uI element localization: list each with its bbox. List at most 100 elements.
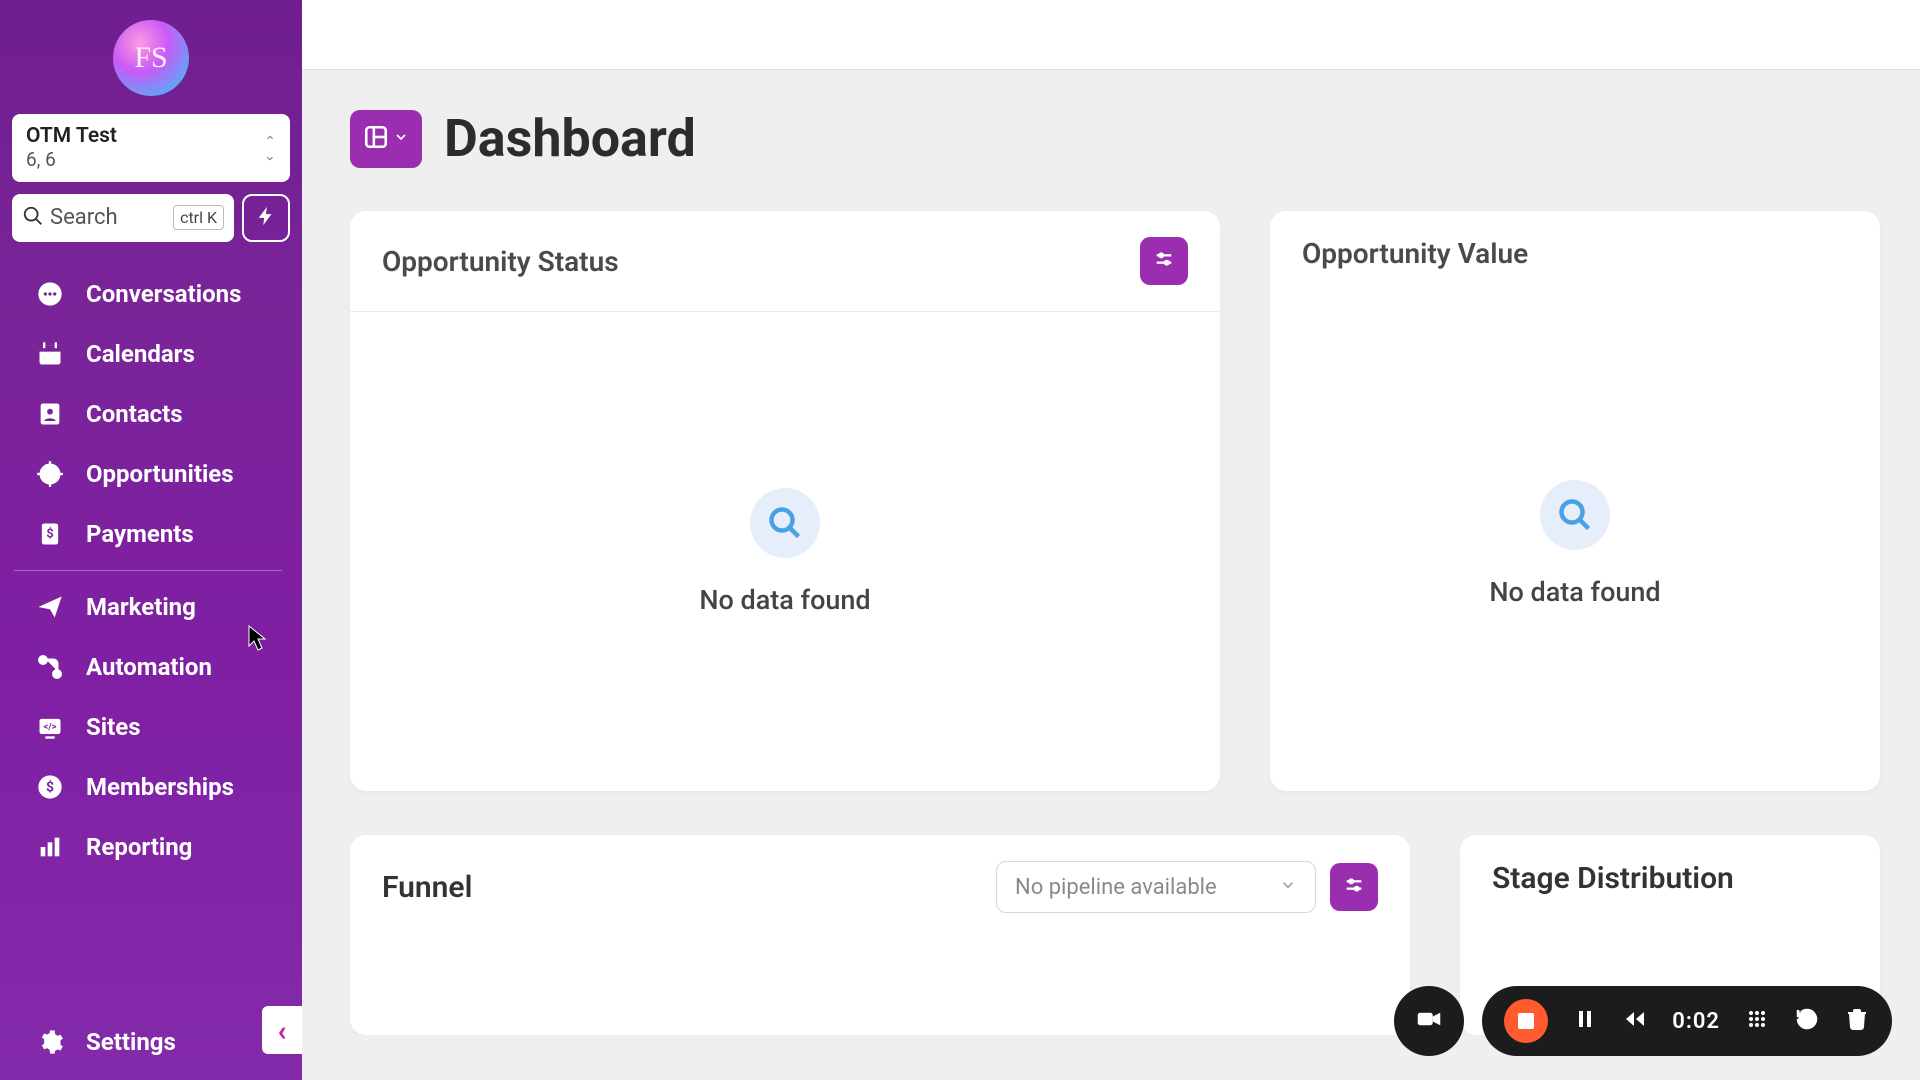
recorder-rewind-button[interactable] — [1622, 1008, 1648, 1034]
calendar-icon — [34, 338, 66, 370]
layout-grid-icon — [363, 124, 389, 154]
stop-icon — [1518, 1013, 1534, 1029]
recorder-delete-button[interactable] — [1844, 1008, 1870, 1034]
content: Dashboard Opportunity Status No data — [302, 70, 1920, 1035]
svg-text:$: $ — [46, 779, 54, 796]
sidebar-item-sites[interactable]: </> Sites — [0, 697, 302, 757]
card-settings-button[interactable] — [1140, 237, 1188, 285]
empty-search-icon — [1540, 480, 1610, 550]
settings-label: Settings — [86, 1028, 176, 1056]
sidebar-item-label: Payments — [86, 520, 194, 548]
sidebar-item-marketing[interactable]: Marketing — [0, 577, 302, 637]
account-picker-text: OTM Test 6, 6 — [26, 124, 117, 172]
trash-icon — [1845, 1007, 1869, 1035]
chevron-down-icon — [1279, 875, 1297, 900]
recorder-restart-button[interactable] — [1794, 1008, 1820, 1034]
sidebar-item-opportunities[interactable]: Opportunities — [0, 444, 302, 504]
site-code-icon: </> — [34, 711, 66, 743]
search-input[interactable]: Search ctrl K — [12, 194, 234, 242]
svg-text:$: $ — [46, 526, 53, 541]
funnel-header: Funnel No pipeline available — [350, 835, 1410, 939]
sidebar-item-reporting[interactable]: Reporting — [0, 817, 302, 877]
bolt-icon — [255, 205, 277, 231]
card-header: Opportunity Status — [350, 211, 1220, 312]
sliders-icon — [1343, 874, 1365, 900]
video-camera-icon — [1414, 1004, 1444, 1038]
card-opportunity-status: Opportunity Status No data found — [350, 211, 1220, 791]
sidebar-collapse-button[interactable]: ‹ — [262, 1006, 302, 1054]
card-row-1: Opportunity Status No data found — [350, 211, 1880, 791]
sidebar-item-label: Automation — [86, 653, 212, 681]
page-title: Dashboard — [444, 108, 696, 169]
up-down-chevron-icon: ⌃⌃ — [264, 138, 276, 158]
card-funnel: Funnel No pipeline available — [350, 835, 1410, 1035]
sidebar-item-label: Reporting — [86, 833, 192, 861]
sidebar-item-settings[interactable]: Settings — [0, 1010, 302, 1080]
brand-logo-wrap: FS — [0, 0, 302, 114]
title-row: Dashboard — [350, 108, 1880, 169]
chat-bubble-icon — [34, 278, 66, 310]
stage-title: Stage Distribution — [1492, 861, 1848, 896]
sidebar-nav: Conversations Calendars Contacts Opportu… — [0, 264, 302, 564]
receipt-dollar-icon: $ — [34, 518, 66, 550]
bar-chart-icon — [34, 831, 66, 863]
recorder-pause-button[interactable] — [1572, 1008, 1598, 1034]
brand-logo-text: FS — [134, 41, 167, 75]
search-row: Search ctrl K — [12, 194, 290, 242]
badge-dollar-icon: $ — [34, 771, 66, 803]
empty-text: No data found — [699, 584, 870, 616]
card-opportunity-value: Opportunity Value No data found — [1270, 211, 1880, 791]
recorder-stop-button[interactable] — [1504, 999, 1548, 1043]
sidebar-item-label: Calendars — [86, 340, 195, 368]
pipeline-select-value: No pipeline available — [1015, 875, 1217, 900]
card-body: No data found — [1270, 296, 1880, 791]
recorder-grid-button[interactable] — [1744, 1008, 1770, 1034]
gear-icon — [34, 1026, 66, 1058]
brand-logo: FS — [113, 20, 189, 96]
card-title: Opportunity Status — [382, 245, 619, 278]
card-title: Opportunity Value — [1302, 237, 1528, 270]
layout-toggle-button[interactable] — [350, 110, 422, 168]
chevron-down-icon — [393, 129, 409, 149]
grid-dots-icon — [1745, 1007, 1769, 1035]
recorder-time: 0:02 — [1672, 1009, 1720, 1034]
target-icon — [34, 458, 66, 490]
empty-text: No data found — [1489, 576, 1660, 608]
card-body: No data found — [350, 312, 1220, 791]
rewind-icon — [1623, 1007, 1647, 1035]
search-shortcut: ctrl K — [173, 205, 224, 230]
sidebar-item-label: Contacts — [86, 400, 183, 428]
sidebar-item-label: Opportunities — [86, 460, 234, 488]
paper-plane-icon — [34, 591, 66, 623]
empty-search-icon — [750, 488, 820, 558]
pipeline-select[interactable]: No pipeline available — [996, 861, 1316, 913]
account-sub: 6, 6 — [26, 149, 117, 172]
sidebar-item-calendars[interactable]: Calendars — [0, 324, 302, 384]
stage-header: Stage Distribution — [1460, 835, 1880, 922]
screen-recorder-overlay: 0:02 — [1394, 986, 1892, 1056]
card-header: Opportunity Value — [1270, 211, 1880, 296]
funnel-title: Funnel — [382, 870, 472, 905]
funnel-settings-button[interactable] — [1330, 863, 1378, 911]
svg-text:</>: </> — [43, 721, 56, 732]
sidebar-item-contacts[interactable]: Contacts — [0, 384, 302, 444]
chevron-left-icon: ‹ — [278, 1014, 287, 1047]
flow-icon — [34, 651, 66, 683]
sidebar-item-label: Conversations — [86, 280, 241, 308]
sidebar: FS OTM Test 6, 6 ⌃⌃ Search ctrl K Conver — [0, 0, 302, 1080]
sidebar-item-automation[interactable]: Automation — [0, 637, 302, 697]
search-icon — [22, 205, 44, 231]
quick-actions-button[interactable] — [242, 194, 290, 242]
recorder-toolbar: 0:02 — [1482, 986, 1892, 1056]
sidebar-item-memberships[interactable]: $ Memberships — [0, 757, 302, 817]
sidebar-nav-secondary: Marketing Automation </> Sites $ Members… — [0, 577, 302, 877]
sidebar-item-label: Memberships — [86, 773, 234, 801]
recorder-camera-button[interactable] — [1394, 986, 1464, 1056]
topbar — [302, 0, 1920, 70]
sidebar-item-payments[interactable]: $ Payments — [0, 504, 302, 564]
restart-icon — [1795, 1007, 1819, 1035]
sidebar-item-label: Sites — [86, 713, 141, 741]
sidebar-item-conversations[interactable]: Conversations — [0, 264, 302, 324]
funnel-controls: No pipeline available — [996, 861, 1378, 913]
account-picker[interactable]: OTM Test 6, 6 ⌃⌃ — [12, 114, 290, 182]
